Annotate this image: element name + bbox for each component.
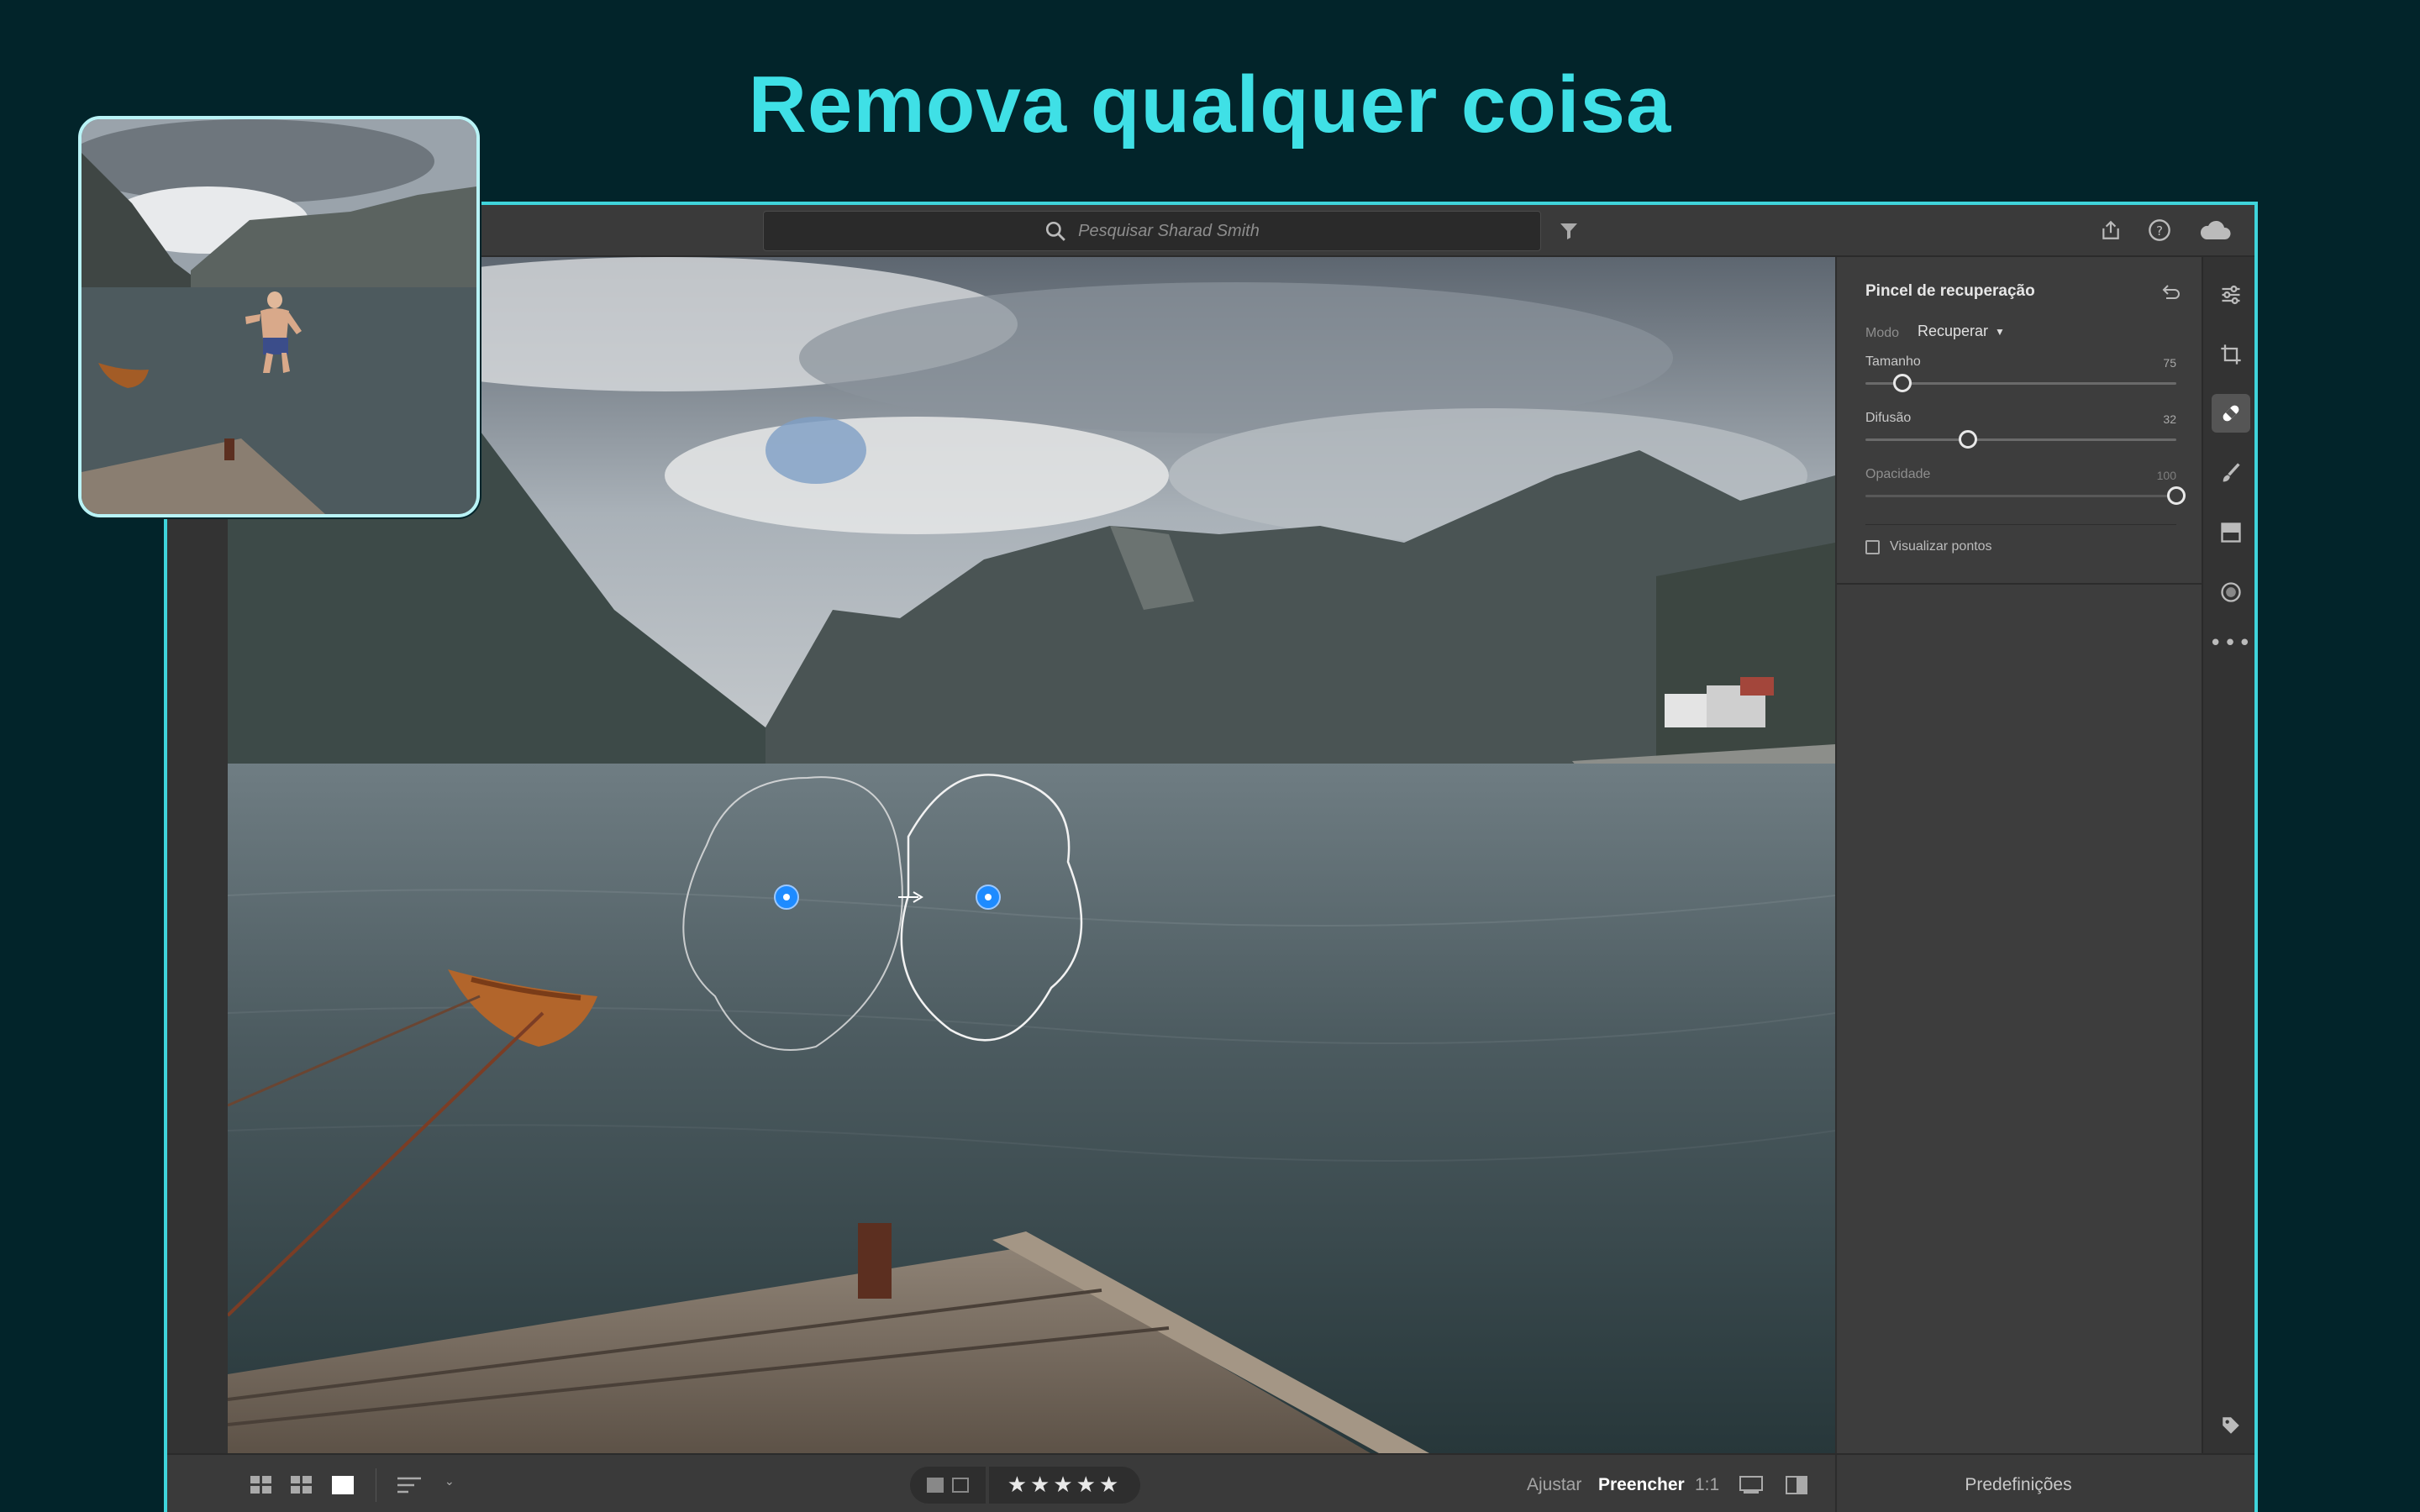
slider-opacity-track xyxy=(1865,495,2176,497)
flag-group[interactable] xyxy=(910,1467,986,1504)
heal-panel: Pincel de recuperação Modo Recuperar ▼ T… xyxy=(1835,257,2202,1453)
search-placeholder: Pesquisar Sharad Smith xyxy=(1078,221,1260,240)
slider-feather-track xyxy=(1865,438,2176,441)
compare-icon[interactable] xyxy=(1782,1472,1811,1499)
before-after-icon[interactable] xyxy=(1737,1472,1765,1499)
slider-feather-value: 32 xyxy=(2163,412,2176,426)
reset-icon[interactable] xyxy=(2159,279,2184,304)
reject-flag-icon[interactable] xyxy=(952,1478,969,1493)
crop-icon[interactable] xyxy=(2212,335,2250,374)
slider-size-thumb[interactable] xyxy=(1893,374,1912,392)
slider-size-value: 75 xyxy=(2163,356,2176,370)
rating-stars[interactable]: ★★★★★ xyxy=(989,1467,1140,1504)
slider-opacity-value: 100 xyxy=(2156,469,2176,482)
zoom-1to1-button[interactable]: 1:1 xyxy=(1695,1475,1719,1495)
heal-panel-settings: Pincel de recuperação Modo Recuperar ▼ T… xyxy=(1837,257,2202,585)
single-view-icon[interactable] xyxy=(329,1472,356,1499)
share-icon[interactable] xyxy=(2096,215,2126,245)
edit-sliders-icon[interactable] xyxy=(2212,276,2250,314)
checkbox-box[interactable] xyxy=(1865,539,1880,554)
slider-feather-thumb[interactable] xyxy=(1959,430,1978,449)
mode-dropdown[interactable]: Recuperar ▼ xyxy=(1918,323,2005,340)
adjust-button[interactable]: Ajustar xyxy=(1527,1475,1581,1495)
mode-label: Modo xyxy=(1865,326,1900,340)
fill-button[interactable]: Preencher xyxy=(1598,1475,1685,1495)
filter-icon[interactable] xyxy=(1555,217,1583,245)
radial-gradient-icon[interactable] xyxy=(2212,573,2250,612)
chevron-down-icon: ▼ xyxy=(1995,325,2005,338)
grid-small-icon[interactable] xyxy=(288,1472,315,1499)
sort-icon[interactable] xyxy=(394,1472,424,1499)
more-icon[interactable]: ••• xyxy=(2209,624,2251,663)
checkbox-label: Visualizar pontos xyxy=(1890,539,1992,554)
linear-gradient-icon[interactable] xyxy=(2212,513,2250,552)
stars[interactable]: ★★★★★ xyxy=(1007,1473,1123,1498)
cloud-icon[interactable] xyxy=(2195,215,2235,245)
bottom-bar: ⌄ ★★★★★ Ajustar Preencher 1:1 Predefiniç… xyxy=(167,1453,2254,1512)
search-icon xyxy=(1046,221,1065,241)
svg-text:?: ? xyxy=(2156,223,2163,239)
before-thumbnail xyxy=(78,116,480,517)
grid-large-icon[interactable] xyxy=(248,1472,275,1499)
panel-title: Pincel de recuperação xyxy=(1865,282,2035,300)
slider-feather-label: Difusão xyxy=(1865,411,1912,425)
slider-size-label: Tamanho xyxy=(1865,354,1921,369)
slider-size-track xyxy=(1865,382,2176,385)
sort-chevron-icon[interactable]: ⌄ xyxy=(445,1475,455,1488)
tool-strip: ••• xyxy=(2202,257,2254,1512)
slider-opacity-thumb[interactable] xyxy=(2167,486,2186,505)
top-bar: Pesquisar Sharad Smith ? xyxy=(167,205,2254,257)
help-icon[interactable]: ? xyxy=(2144,215,2175,245)
tag-icon[interactable] xyxy=(2212,1406,2250,1445)
healing-brush-icon[interactable] xyxy=(2212,394,2250,433)
visualize-spots-checkbox[interactable]: Visualizar pontos xyxy=(1865,539,1992,554)
mode-value: Recuperar xyxy=(1918,323,1989,339)
presets-button[interactable]: Predefinições xyxy=(1835,1475,2202,1495)
brush-icon[interactable] xyxy=(2212,454,2250,492)
slider-opacity-label: Opacidade xyxy=(1865,467,1931,481)
pick-flag-icon[interactable] xyxy=(927,1478,944,1493)
search-input[interactable]: Pesquisar Sharad Smith xyxy=(763,211,1541,251)
